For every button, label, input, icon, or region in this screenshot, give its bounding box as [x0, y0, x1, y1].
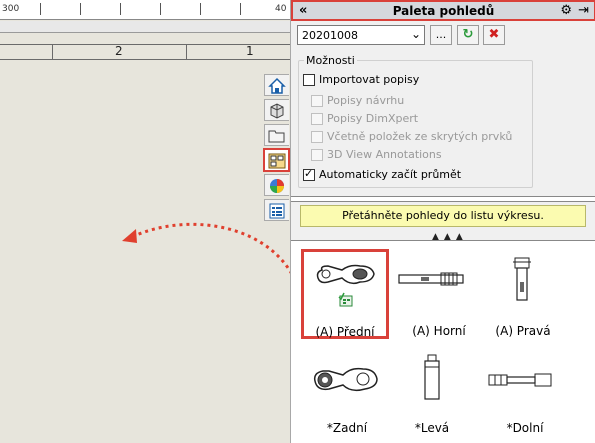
horizontal-ruler: 300 40 [0, 0, 290, 20]
part-left-thumbnail [424, 354, 440, 400]
pin-icon[interactable]: ⇥ [578, 3, 589, 18]
zone-label-2: 2 [115, 44, 123, 58]
part-top-thumbnail [398, 272, 464, 286]
zone-label-1: 1 [246, 44, 254, 58]
panel-title: Paleta pohledů [392, 4, 495, 18]
palette-toolbar: 20201008 ⌄ ... ↻ ✖ [297, 25, 593, 47]
checkbox-box: ✓ [303, 167, 315, 181]
checkbox-box [311, 95, 323, 107]
view-label: *Zadní [326, 421, 368, 435]
options-legend: Možnosti [304, 54, 357, 67]
ruler-label-left: 300 [2, 4, 20, 14]
view-bottom[interactable]: *Dolní [481, 349, 569, 439]
chevron-down-icon: ⌄ [410, 27, 421, 41]
view-label: (A) Přední [315, 325, 375, 339]
browse-button[interactable]: ... [430, 25, 452, 45]
view-palette-icon[interactable] [263, 148, 290, 172]
checkbox-box [311, 149, 323, 161]
document-select[interactable]: 20201008 ⌄ [297, 25, 425, 45]
clear-icon[interactable]: ✖ [483, 25, 505, 45]
panel-separator [291, 196, 595, 202]
views-grid: (A) Přední (A) Horní (A) Pravá *Zadní *L… [291, 240, 595, 443]
view-top[interactable]: (A) Horní [395, 252, 483, 342]
drag-hint-banner: Přetáhněte pohledy do listu výkresu. [300, 205, 586, 227]
part-bottom-thumbnail [488, 373, 552, 387]
gear-icon[interactable]: ⚙ [560, 3, 572, 18]
parts-icon[interactable] [264, 99, 289, 121]
sheet-border: 2 1 [0, 33, 290, 60]
view-label: (A) Horní [412, 324, 466, 338]
part-front-thumbnail [316, 264, 375, 307]
view-label: *Dolní [506, 421, 544, 435]
document-select-value: 20201008 [302, 29, 358, 42]
refresh-icon[interactable]: ↻ [457, 25, 479, 45]
checkbox-label: Popisy návrhu [327, 94, 405, 107]
view-back[interactable]: *Zadní [303, 349, 391, 439]
checkbox-box [311, 131, 323, 143]
appearances-icon[interactable] [264, 174, 289, 196]
panel-titlebar: « Paleta pohledů ⚙ ⇥ [291, 0, 595, 21]
view-front[interactable]: (A) Přední [301, 249, 389, 339]
view-right[interactable]: (A) Pravá [479, 252, 567, 342]
view-label: (A) Pravá [495, 324, 551, 338]
checkbox-label: Importovat popisy [319, 73, 420, 86]
drag-arrow-icon [122, 222, 302, 294]
checkmark-icon: ✓ [304, 167, 314, 180]
sheet-top-strip [0, 21, 290, 33]
view-label: *Levá [414, 421, 450, 435]
view-left[interactable]: *Levá [388, 349, 476, 439]
part-right-thumbnail [513, 257, 531, 301]
task-pane-tabs [263, 74, 290, 224]
checkbox-label: 3D View Annotations [327, 148, 442, 161]
checkbox-label: Automaticky začít průmět [319, 168, 462, 181]
part-back-thumbnail [313, 367, 378, 392]
home-icon[interactable] [264, 74, 289, 96]
checkbox-label: Popisy DimXpert [327, 112, 419, 125]
checkbox-box [303, 74, 315, 86]
ruler-label-right: 40 [275, 4, 287, 14]
checkbox-label: Včetně položek ze skrytých prvků [327, 130, 513, 143]
view-palette-panel: « Paleta pohledů ⚙ ⇥ 20201008 ⌄ ... ↻ ✖ … [290, 0, 595, 443]
checkbox-box [311, 113, 323, 125]
folder-icon[interactable] [264, 124, 289, 146]
